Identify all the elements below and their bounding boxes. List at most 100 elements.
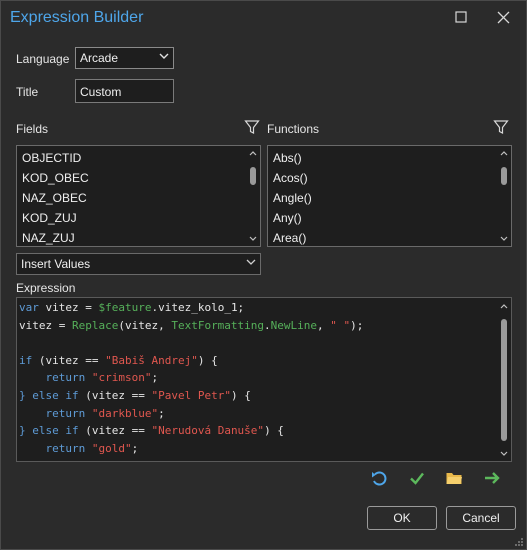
insert-values-label: Insert Values [21, 257, 91, 271]
check-icon [410, 472, 424, 485]
code-token: return [45, 441, 86, 455]
language-value: Arcade [80, 51, 119, 65]
window-title: Expression Builder [10, 9, 144, 26]
list-item[interactable]: NAZ_ZUJ [22, 231, 75, 245]
code-line: } [18, 457, 495, 460]
code-token: else if [32, 388, 79, 402]
folder-icon [446, 473, 462, 484]
code-line: } else if (vitez == "Nerudová Danuše") { [18, 422, 495, 440]
code-token: Replace [71, 318, 119, 332]
cancel-button[interactable]: Cancel [446, 506, 516, 530]
scroll-up-icon[interactable] [499, 302, 509, 311]
expression-editor[interactable]: var vitez = $feature.vitez_kolo_1; vitez … [16, 297, 512, 462]
code-token: vitez = [38, 301, 99, 314]
chevron-down-icon [246, 256, 256, 271]
code-token: ) { [264, 424, 284, 438]
functions-scrollbar[interactable] [498, 147, 510, 245]
scroll-up-icon[interactable] [248, 149, 258, 158]
next-button[interactable] [481, 467, 503, 489]
list-item[interactable]: OBJECTID [22, 151, 81, 165]
fields-list[interactable]: OBJECTID KOD_OBEC NAZ_OBEC KOD_ZUJ NAZ_Z… [16, 145, 261, 247]
maximize-icon [455, 11, 467, 23]
code-token: (vitez, [118, 318, 172, 332]
title-input[interactable]: Custom [75, 79, 174, 103]
code-line: } else if (vitez == "Pavel Petr") { [18, 387, 495, 405]
ok-button[interactable]: OK [367, 506, 437, 530]
close-icon [497, 11, 509, 24]
scroll-down-icon[interactable] [499, 235, 509, 244]
code-line: vitez = Replace(vitez, TextFormatting.Ne… [18, 317, 495, 335]
expression-code[interactable]: var vitez = $feature.vitez_kolo_1; vitez … [18, 299, 495, 460]
expression-builder-window: Expression Builder Language Arcade Title… [0, 0, 527, 550]
expression-scrollbar[interactable] [498, 299, 510, 460]
scroll-down-icon[interactable] [248, 235, 258, 244]
close-button[interactable] [493, 7, 513, 27]
scroll-down-icon[interactable] [499, 450, 509, 459]
undo-icon [372, 471, 387, 486]
code-line: return "crimson"; [18, 369, 495, 387]
fields-filter-icon[interactable] [244, 119, 260, 135]
title-input-value: Custom [80, 85, 122, 99]
code-token: $feature [98, 301, 152, 314]
code-token: " " [330, 318, 351, 332]
list-item[interactable]: Acos() [273, 171, 308, 185]
code-token: else if [32, 424, 79, 438]
arrow-right-icon [485, 472, 500, 484]
verify-button[interactable] [406, 467, 428, 489]
code-token: . [264, 318, 271, 332]
code-token: if [19, 353, 33, 367]
functions-label: Functions [267, 122, 320, 136]
code-token: ; [158, 406, 165, 420]
insert-values-select[interactable]: Insert Values [16, 253, 261, 275]
code-token: ; [151, 371, 159, 385]
list-item[interactable]: Any() [273, 211, 302, 225]
code-token: TextFormatting [171, 318, 265, 332]
code-token: NewLine [270, 318, 318, 332]
language-select[interactable]: Arcade [75, 47, 174, 69]
functions-filter-icon[interactable] [493, 119, 509, 135]
scroll-thumb[interactable] [501, 319, 507, 441]
code-token: } [19, 424, 26, 438]
scroll-thumb[interactable] [501, 167, 507, 185]
list-item[interactable]: KOD_OBEC [22, 171, 89, 185]
language-label: Language [16, 52, 70, 66]
title-bar: Expression Builder [1, 1, 526, 33]
code-token: "crimson" [91, 371, 152, 385]
code-token: } [19, 459, 26, 460]
undo-button[interactable] [368, 467, 390, 489]
list-item[interactable]: NAZ_OBEC [22, 191, 87, 205]
functions-list[interactable]: Abs() Acos() Angle() Any() Area() [267, 145, 512, 247]
code-line: var vitez = $feature.vitez_kolo_1; [18, 299, 495, 317]
code-token: ); [350, 318, 364, 332]
list-item[interactable]: Abs() [273, 151, 302, 165]
code-token: , [317, 318, 331, 332]
code-token: ) { [197, 353, 218, 367]
scroll-up-icon[interactable] [499, 149, 509, 158]
code-token: "Nerudová Danuše" [151, 424, 265, 438]
code-token: "Babiš Andrej" [105, 353, 198, 367]
resize-grip-icon[interactable] [515, 538, 523, 546]
code-token: vitez = [19, 318, 72, 332]
fields-scrollbar[interactable] [247, 147, 259, 245]
code-line: return "gold"; [18, 440, 495, 458]
list-item[interactable]: KOD_ZUJ [22, 211, 77, 225]
scroll-thumb[interactable] [250, 167, 256, 185]
list-item[interactable]: Area() [273, 231, 306, 245]
code-token: return [45, 371, 86, 385]
code-token: (vitez == [78, 388, 152, 402]
code-token: (vitez == [32, 353, 106, 367]
code-token: "Pavel Petr" [151, 388, 231, 402]
code-token: } [19, 388, 26, 402]
list-item[interactable]: Angle() [273, 191, 312, 205]
code-token: var [19, 301, 39, 314]
maximize-button[interactable] [451, 7, 471, 27]
open-button[interactable] [443, 467, 465, 489]
code-line: if (vitez == "Babiš Andrej") { [18, 352, 495, 370]
